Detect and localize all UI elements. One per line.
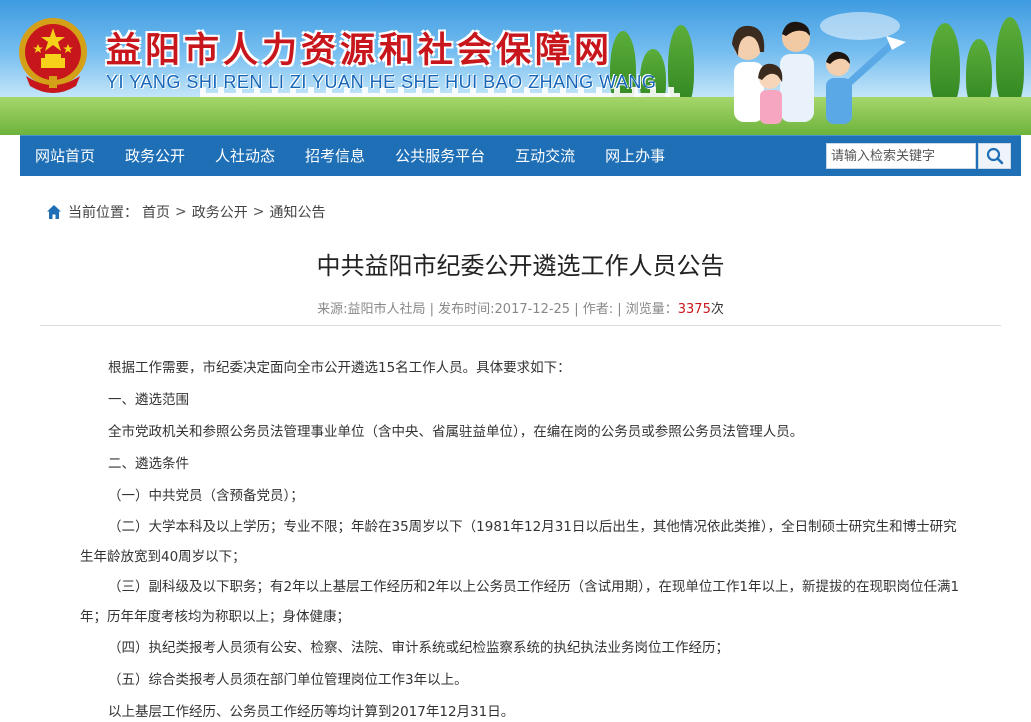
nav-item-home[interactable]: 网站首页 [20,136,110,177]
site-title: 益阳市人力资源和社会保障网 [106,30,614,71]
article-title: 中共益阳市纪委公开遴选工作人员公告 [316,252,725,280]
main-nav: 网站首页 政务公开 人社动态 招考信息 公共服务平台 互动交流 网上办事 [20,135,1021,176]
nav-item-online-services[interactable]: 网上办事 [590,136,680,177]
divider [40,325,1001,326]
breadcrumb-prefix: 当前位置： [68,205,138,221]
family-illustration [732,12,906,124]
breadcrumb: 当前位置： 首页 > 政务公开 > 通知公告 [46,202,325,222]
paragraph: 根据工作需要，市纪委决定面向全市公开遴选15名工作人员。具体要求如下： [108,360,571,376]
paragraph: 二、遴选条件 [108,456,189,472]
view-count: 3375 [677,302,711,317]
nav-item-recruitment[interactable]: 招考信息 [290,136,380,177]
article-meta: 来源:益阳市人社局 | 发布时间:2017-12-25 | 作者: | 浏览量：… [20,298,1021,317]
paragraph: （一）中共党员（含预备党员）； [108,488,304,504]
site-pinyin: YI YANG SHI REN LI ZI YUAN HE SHE HUI BA… [106,72,657,92]
nav-item-public-service[interactable]: 公共服务平台 [380,136,500,177]
search-input[interactable] [826,143,976,169]
nav-item-government-affairs[interactable]: 政务公开 [110,136,200,177]
paragraph: （二）大学本科及以上学历；专业不限；年龄在35周岁以下（1981年12月31日以… [80,519,957,565]
nav-items: 网站首页 政务公开 人社动态 招考信息 公共服务平台 互动交流 网上办事 [20,136,680,177]
search-button[interactable] [978,143,1011,169]
view-count-unit: 次 [710,302,724,317]
paragraph: （五）综合类报考人员须在部门单位管理岗位工作3年以上。 [108,672,468,688]
paragraph: 一、遴选范围 [108,392,189,408]
nav-item-interaction[interactable]: 互动交流 [500,136,590,177]
breadcrumb-government-affairs[interactable]: 政务公开 [192,202,248,222]
nav-item-hr-news[interactable]: 人社动态 [200,136,290,177]
article-content: 根据工作需要，市纪委决定面向全市公开遴选15名工作人员。具体要求如下： 一、遴选… [80,352,960,722]
tree-decoration [996,17,1024,123]
breadcrumb-separator: > [175,204,187,220]
article-meta-source: 来源:益阳市人社局 | 发布时间:2017-12-25 | 作者: | 浏览量： [317,302,678,317]
home-icon [47,205,61,219]
paragraph: 以上基层工作经历、公务员工作经历等均计算到2017年12月31日。 [108,704,515,720]
breadcrumb-notices[interactable]: 通知公告 [269,202,325,222]
breadcrumb-separator: > [252,204,265,220]
breadcrumb-home[interactable]: 首页 [142,202,170,222]
header-banner: 益阳市人力资源和社会保障网 YI YANG SHI REN LI ZI YUAN… [0,0,1031,135]
national-emblem-icon [19,18,87,93]
paragraph: （四）执纪类报考人员须有公安、检察、法院、审计系统或纪检监察系统的执纪执法业务岗… [108,640,729,656]
search-icon [986,147,1003,165]
page: 益阳市人力资源和社会保障网 YI YANG SHI REN LI ZI YUAN… [0,0,1031,722]
paragraph: （三）副科级及以下职务；有2年以上基层工作经历和2年以上公务员工作经历（含试用期… [80,579,960,625]
paragraph: 全市党政机关和参照公务员法管理事业单位（含中央、省属驻益单位），在编在岗的公务员… [108,424,804,440]
